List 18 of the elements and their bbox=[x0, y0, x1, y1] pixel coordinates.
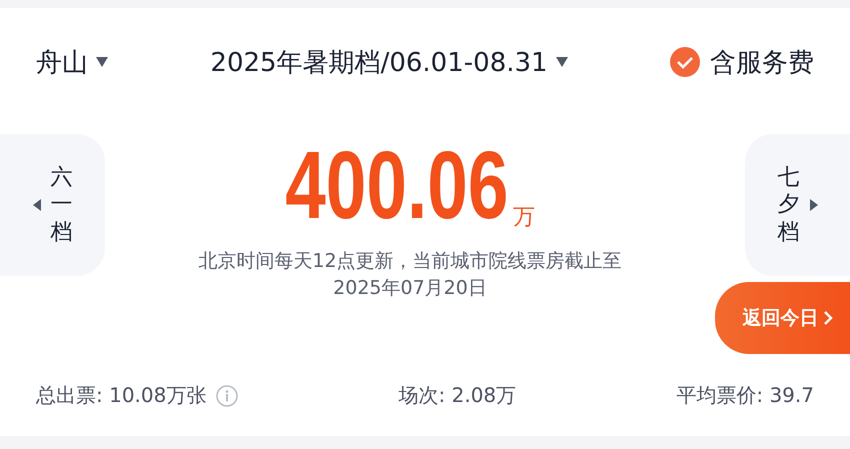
unit-label: 万 bbox=[512, 204, 535, 232]
chevron-right-icon bbox=[822, 310, 832, 326]
left-arrow-icon bbox=[32, 199, 40, 211]
info-icon[interactable] bbox=[216, 384, 238, 406]
caret-icon bbox=[96, 57, 108, 67]
box-office-amount: 400.06 bbox=[285, 138, 509, 234]
caret-icon bbox=[556, 57, 568, 67]
city-selector[interactable]: 舟山 bbox=[36, 44, 88, 80]
checkbox-icon[interactable] bbox=[670, 47, 700, 77]
stat-label: 场次: 2.08万 bbox=[398, 382, 516, 409]
right-arrow-icon bbox=[810, 199, 818, 211]
service-fee-label: 含服务费 bbox=[710, 46, 814, 80]
stat-label: 平均票价: 39.7 bbox=[676, 382, 814, 409]
update-note: 北京时间每天12点更新，当前城市院线票房截止至 2025年07月20日 bbox=[198, 249, 622, 301]
previous-period-button[interactable]: 六一档 bbox=[0, 134, 105, 276]
period-selector[interactable]: 2025年暑期档/06.01-08.31 bbox=[210, 44, 548, 80]
next-period-button[interactable]: 七夕档 bbox=[745, 134, 850, 276]
stat-label: 总出票: 10.08万张 bbox=[36, 382, 206, 409]
